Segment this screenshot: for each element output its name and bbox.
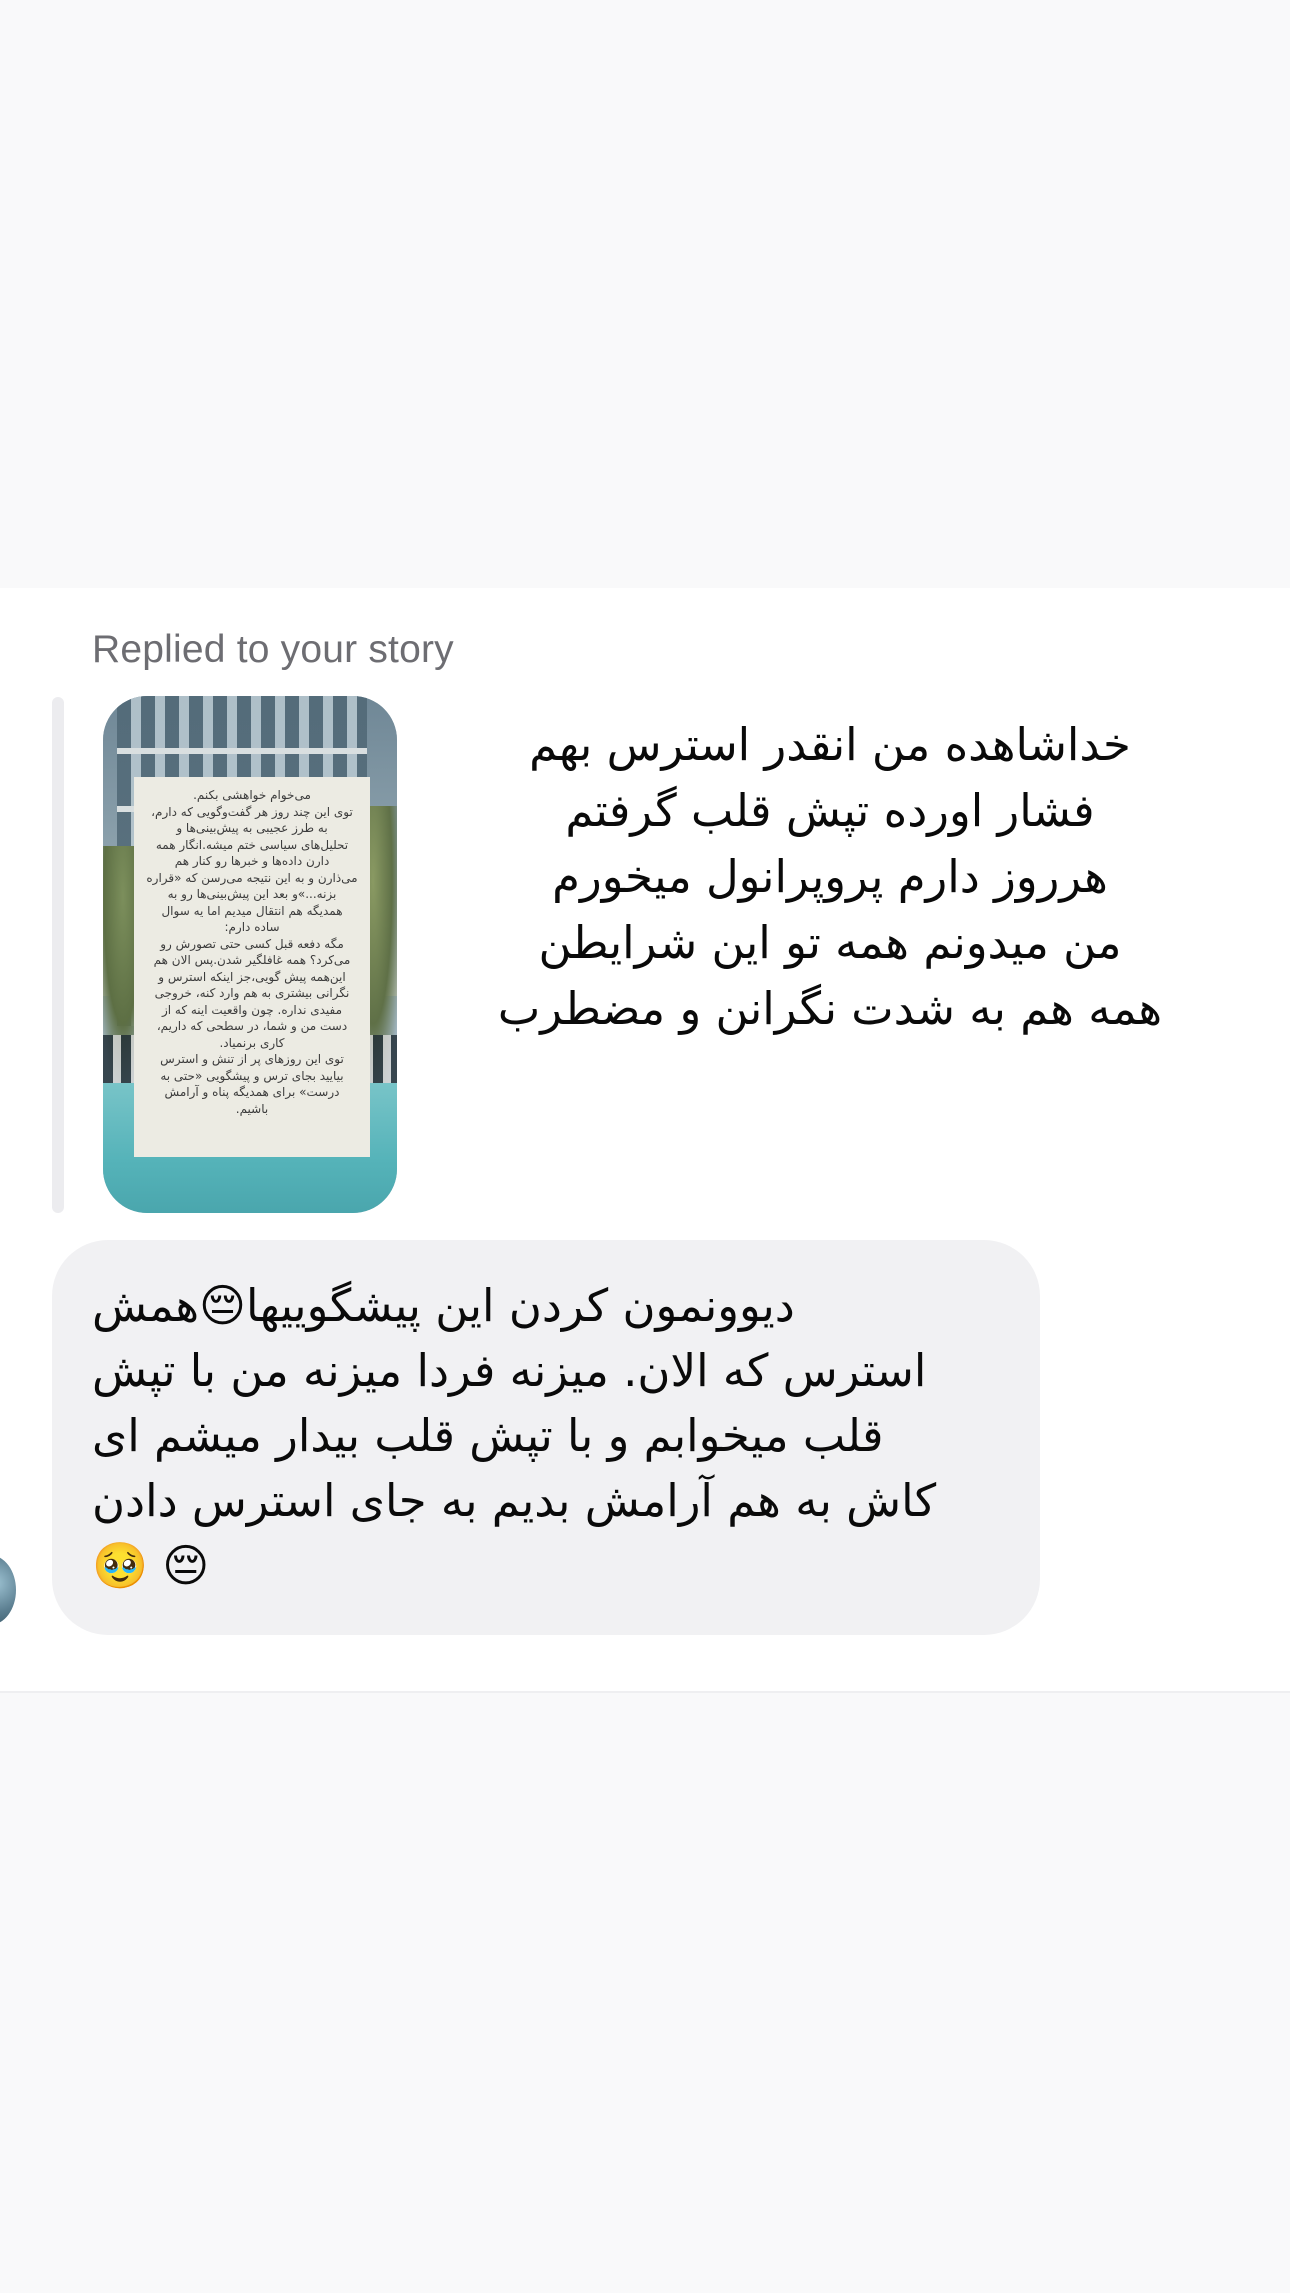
message-text: دیوونمون کردن این پیشگوییها😔همش استرس که… xyxy=(92,1279,937,1592)
reply-indicator-bar xyxy=(52,697,64,1213)
story-thumbnail[interactable]: می‌خوام خواهشی بکنم. توی این چند روز هر … xyxy=(103,696,397,1213)
story-text-card: می‌خوام خواهشی بکنم. توی این چند روز هر … xyxy=(134,777,370,1157)
story-reply-message[interactable]: خداشاهده من انقدر استرس بهم فشار اورده ت… xyxy=(470,712,1190,1042)
empty-bottom-area xyxy=(0,1693,1290,2293)
empty-top-area xyxy=(0,0,1290,588)
reply-context-label: Replied to your story xyxy=(92,628,454,671)
story-card-text: می‌خوام خواهشی بکنم. توی این چند روز هر … xyxy=(146,788,358,1116)
